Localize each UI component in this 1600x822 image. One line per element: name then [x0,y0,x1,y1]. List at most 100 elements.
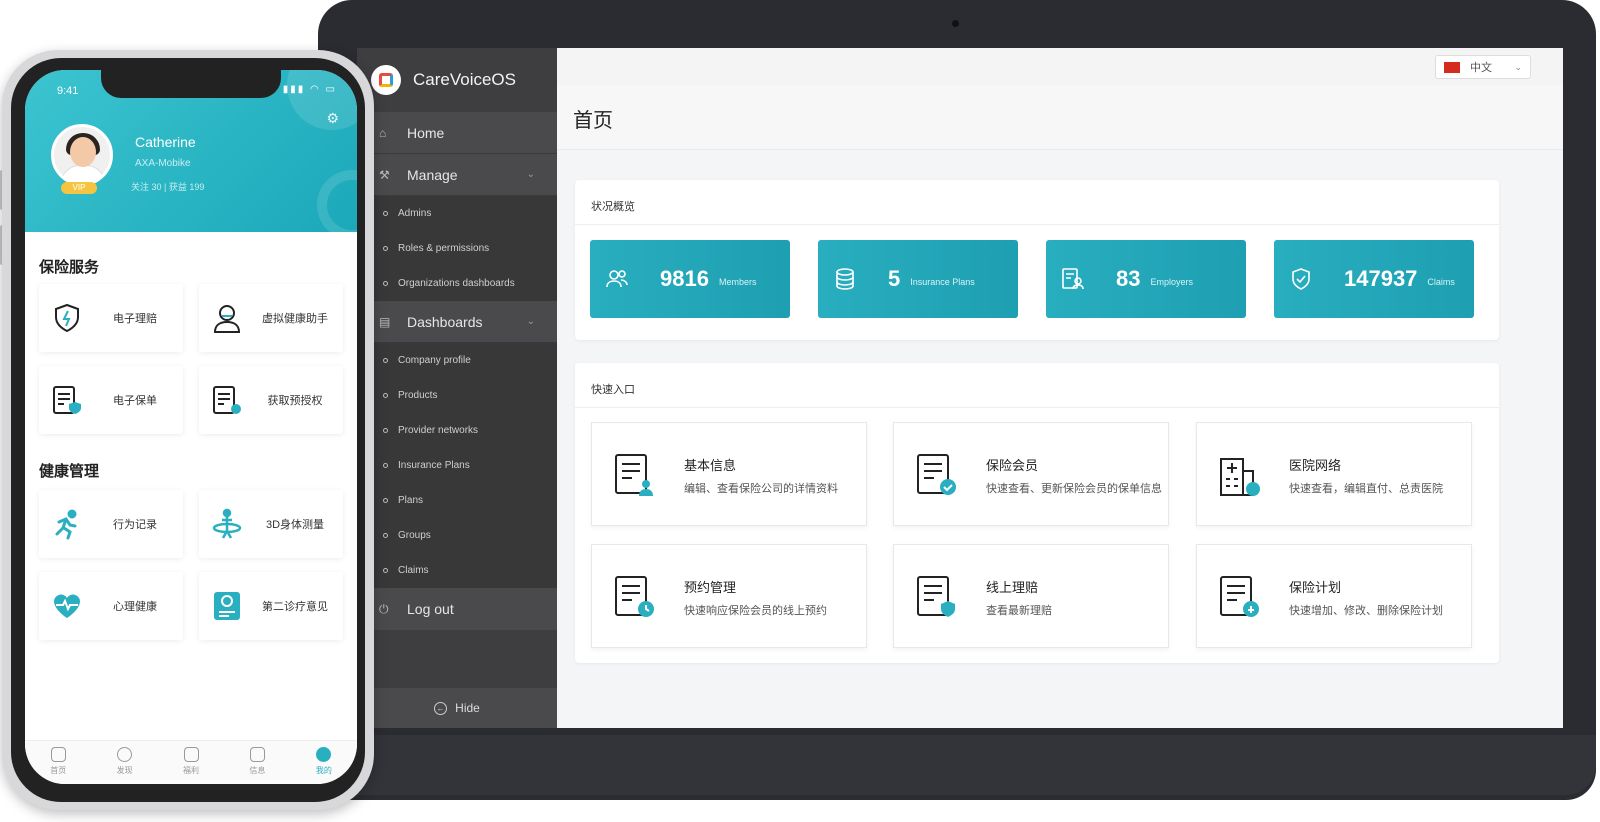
sidebar-item-label: Dashboards [407,313,483,330]
stat-card-claims[interactable]: 147937 Claims [1274,240,1474,318]
logout-label: Log out [407,601,454,617]
user-name: Catherine [135,134,196,150]
tile-label: 获取预授权 [267,395,323,407]
quick-card-desc: 查看最新理赔 [986,605,1052,617]
brand[interactable]: CareVoiceOS [371,62,516,98]
sidebar-item-home[interactable]: ⌂ Home [357,112,557,154]
document-clock-icon [612,573,656,621]
tab-label: 我的 [315,766,332,775]
tab-discover[interactable]: 发现 [91,741,157,784]
tile-label: 心理健康 [113,601,157,613]
quick-card-title: 保险计划 [1289,580,1342,595]
stat-card-insurance-plans[interactable]: 5 Insurance Plans [818,240,1018,318]
tile-label: 电子保单 [113,395,157,407]
tile-e-claims[interactable]: 电子理赔 [39,284,183,352]
sidebar-item-dashboards[interactable]: ▤ Dashboards ⌄ [357,301,557,343]
quick-card-title: 保险会员 [986,458,1039,473]
laptop-screen: CareVoiceOS ⌂ Home ⚒ Manage ⌄ Admins Rol… [357,48,1563,728]
stat-card-members[interactable]: 9816 Members [590,240,790,318]
tile-3d-body-scan[interactable]: 3D身体测量 [199,490,343,558]
tile-behavior-log[interactable]: 行为记录 [39,490,183,558]
divider [575,407,1499,408]
quick-card-desc: 编辑、查看保险公司的详情资料 [684,483,838,495]
tile-label: 第二诊疗意见 [262,601,328,613]
doctor-icon [211,302,243,334]
quick-card-online-claims[interactable]: 线上理赔 查看最新理赔 [893,544,1169,648]
quick-card-members[interactable]: 保险会员 快速查看、更新保险会员的保单信息 [893,422,1169,526]
tile-e-policy[interactable]: 电子保单 [39,366,183,434]
quick-card-title: 基本信息 [684,458,737,473]
phone-notch [101,70,281,98]
tab-benefits[interactable]: 福利 [158,741,224,784]
stat-card-employers[interactable]: 83 Employers [1046,240,1246,318]
sidebar-subitem-claims[interactable]: Claims [357,553,557,588]
tile-label: 3D身体测量 [265,519,325,531]
tile-mental-health[interactable]: 心理健康 [39,572,183,640]
language-select[interactable]: 中文 ⌄ [1435,55,1531,79]
chevron-down-icon: ⌄ [526,169,535,180]
shield-bolt-icon [51,302,83,334]
bullet-icon [383,428,388,433]
sidebar-subitem-label: Provider networks [398,425,479,436]
tile-label: 电子理赔 [113,313,157,325]
tile-pre-authorization[interactable]: 获取预授权 [199,366,343,434]
dashboards-icon: ▤ [379,314,391,329]
tile-second-opinion[interactable]: 第二诊疗意见 [199,572,343,640]
camera-dot [952,20,959,27]
sidebar-subitem-roles[interactable]: Roles & permissions [357,231,557,266]
quick-card-hospital-network[interactable]: 医院网络 快速查看，编辑直付、总责医院 [1196,422,1472,526]
page-header: 首页 [557,86,1563,150]
bullet-icon [383,358,388,363]
heart-pulse-icon [51,590,83,622]
stat-label: Members [718,277,757,287]
user-icon [316,747,332,762]
profile-header: 9:41 ▮▮▮ ◠ ▭ ⚙ VIP Catherine AXA-Mobike … [25,70,357,232]
chevron-down-icon: ⌄ [1514,61,1522,72]
sidebar-subitem-company-profile[interactable]: Company profile [357,343,557,378]
quick-card-desc: 快速增加、修改、删除保险计划 [1289,605,1443,617]
avatar[interactable] [51,124,113,186]
tab-messages[interactable]: 信息 [224,741,290,784]
sidebar-subitem-provider-networks[interactable]: Provider networks [357,413,557,448]
top-bar: 中文 ⌄ [557,48,1563,86]
quick-card-appointments[interactable]: 预约管理 快速响应保险会员的线上预约 [591,544,867,648]
quick-card-basic-info[interactable]: 基本信息 编辑、查看保险公司的详情资料 [591,422,867,526]
sidebar-subitem-insurance-plans[interactable]: Insurance Plans [357,448,557,483]
sidebar-item-label: Manage [407,166,458,183]
sidebar-subitem-groups[interactable]: Groups [357,518,557,553]
bullet-icon [383,568,388,573]
quick-card-desc: 快速查看、更新保险会员的保单信息 [986,483,1162,495]
policy-icon [51,384,83,416]
manage-icon: ⚒ [379,167,390,182]
sidebar-subitem-products[interactable]: Products [357,378,557,413]
quick-access-title: 快速入口 [591,384,635,396]
user-company: AXA-Mobike [135,158,191,169]
avatar-face [70,137,96,167]
members-icon [604,266,630,292]
gear-icon[interactable]: ⚙ [326,110,339,127]
quick-card-insurance-plans[interactable]: 保险计划 快速增加、修改、删除保险计划 [1196,544,1472,648]
sidebar-subitem-label: Roles & permissions [398,243,490,254]
china-flag-icon [1444,61,1460,73]
decor-circle [287,70,357,130]
tile-virtual-health-assistant[interactable]: 虚拟健康助手 [199,284,343,352]
sidebar-subitem-label: Products [398,390,438,401]
tab-home[interactable]: 首页 [25,741,91,784]
tab-label: 信息 [249,766,266,775]
sidebar-subitem-plans[interactable]: Plans [357,483,557,518]
logout-button[interactable]: ⏻ Log out [357,588,557,630]
sidebar-item-manage[interactable]: ⚒ Manage ⌄ [357,154,557,196]
tab-me[interactable]: 我的 [291,741,357,784]
compass-icon [117,747,133,762]
quick-access-panel: 快速入口 基本信息 编辑、查看保险公司的详情资料 保险会员 快速查看、更新保险会… [575,363,1499,663]
database-icon [832,266,858,292]
sidebar-subitem-org-dashboards[interactable]: Organizations dashboards [357,266,557,301]
hide-sidebar-button[interactable]: ← Hide [357,688,557,728]
sidebar-subitem-label: Insurance Plans [398,460,470,471]
quick-card-desc: 快速响应保险会员的线上预约 [684,605,827,617]
power-icon: ⏻ [379,601,389,616]
sidebar-subitem-admins[interactable]: Admins [357,196,557,231]
decor-ring [317,170,357,232]
sidebar-subitem-label: Organizations dashboards [398,278,515,289]
phone-screen: 9:41 ▮▮▮ ◠ ▭ ⚙ VIP Catherine AXA-Mobike … [25,70,357,784]
